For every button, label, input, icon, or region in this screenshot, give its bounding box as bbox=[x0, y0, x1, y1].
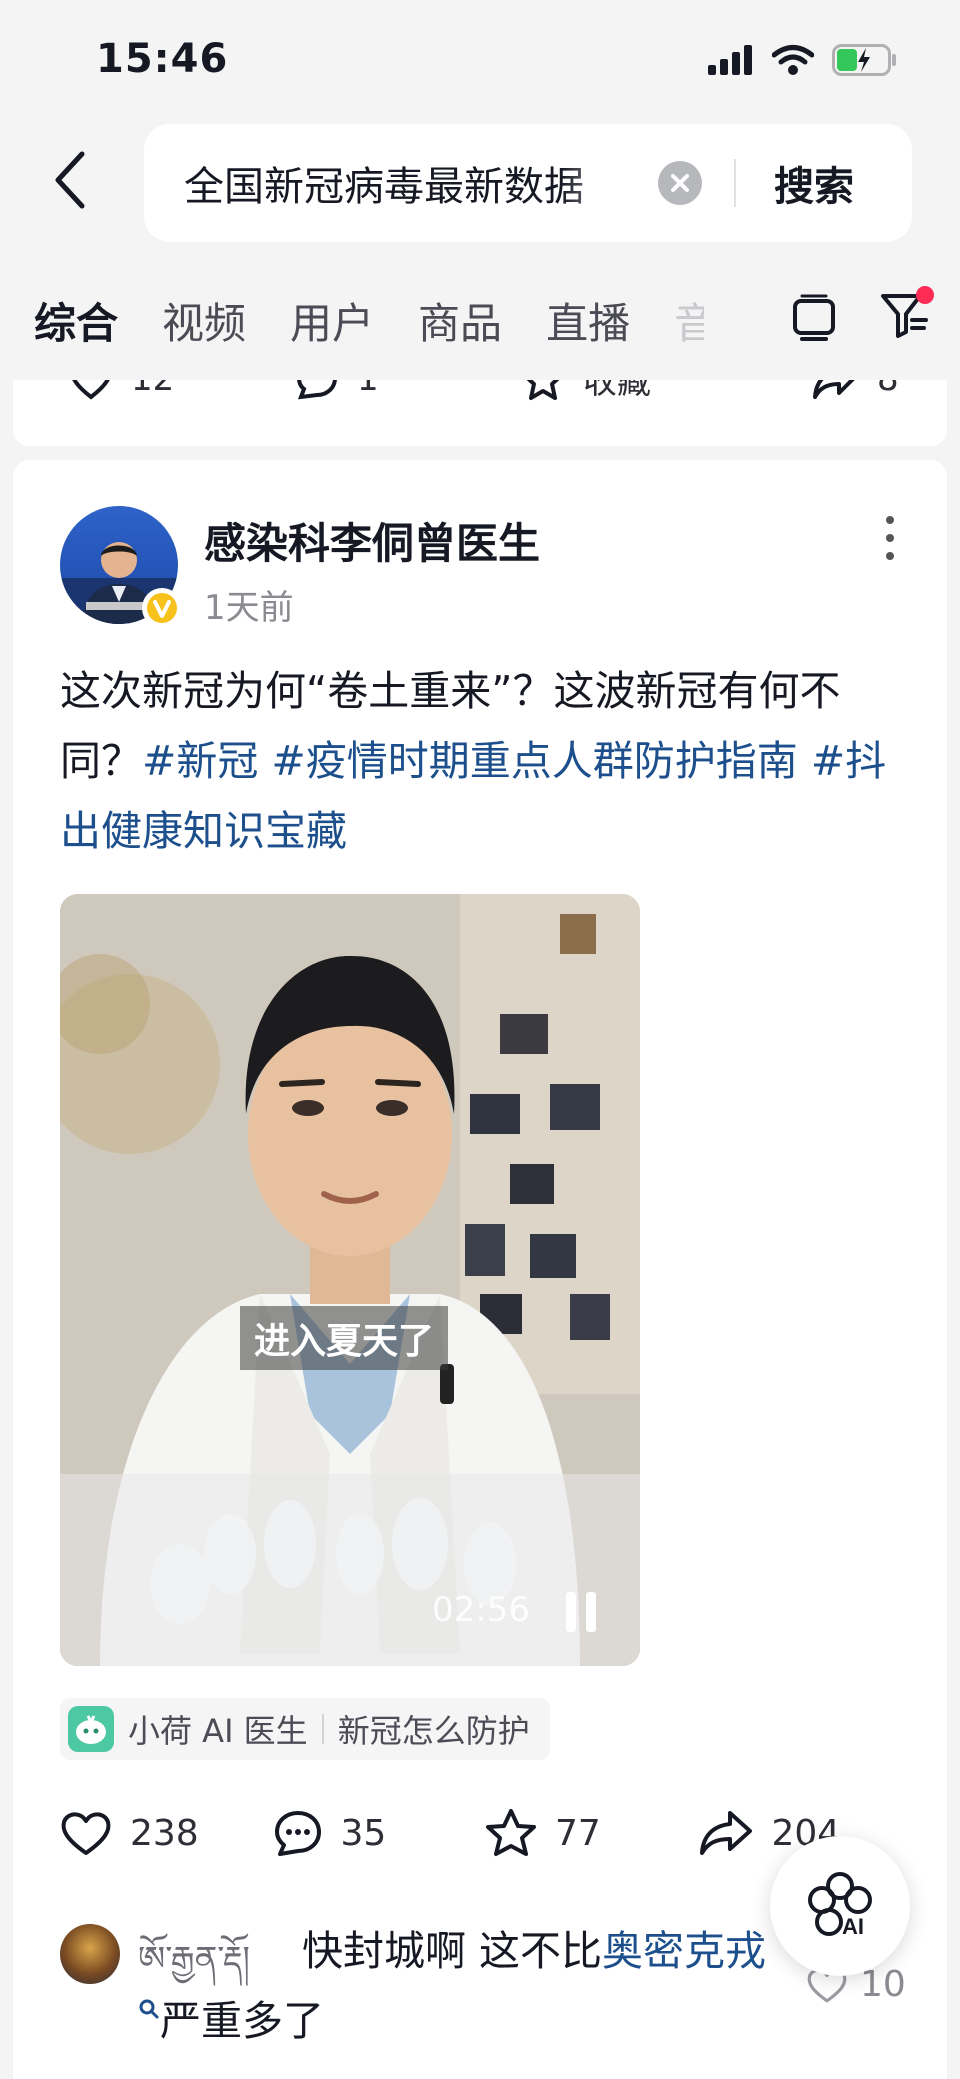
hashtag-protection-guide[interactable]: #疫情时期重点人群防护指南 bbox=[271, 737, 797, 785]
verified-v-icon bbox=[147, 593, 177, 623]
dot-icon bbox=[886, 534, 894, 542]
commenter-name[interactable]: ཨོ་རྒྱན་རྡོ། bbox=[138, 1920, 250, 2016]
share-icon bbox=[699, 1811, 752, 1855]
pause-icon[interactable] bbox=[566, 1592, 596, 1632]
ai-assistant-button[interactable]: AI bbox=[770, 1836, 910, 1976]
close-icon bbox=[671, 174, 689, 192]
video-frame bbox=[60, 894, 640, 1666]
tab-tools bbox=[792, 286, 934, 342]
share-icon[interactable] bbox=[811, 380, 859, 401]
verified-badge bbox=[142, 588, 182, 628]
dot-icon bbox=[886, 552, 894, 560]
result-tabs: 综合 视频 用户 商品 直播 音 bbox=[34, 290, 704, 351]
tab-video[interactable]: 视频 bbox=[162, 290, 246, 351]
search-bar[interactable]: 全国新冠病毒最新数据 搜索 bbox=[144, 124, 912, 242]
post-caption: 这次新冠为何“卷土重来”？这波新冠有何不同？#新冠 #疫情时期重点人群防护指南 … bbox=[60, 656, 900, 866]
like-count: 238 bbox=[130, 1812, 199, 1854]
video-player[interactable] bbox=[60, 894, 640, 1666]
author-name[interactable]: 感染科李侗曾医生 bbox=[204, 510, 540, 571]
comment-button[interactable]: 35 bbox=[273, 1808, 486, 1858]
star-icon bbox=[486, 1809, 536, 1856]
search-submit-button[interactable]: 搜索 bbox=[774, 154, 854, 212]
ai-query-label: 新冠怎么防护 bbox=[337, 1712, 530, 1750]
video-duration: 02:56 bbox=[432, 1590, 530, 1630]
post-time: 1天前 bbox=[204, 588, 294, 628]
favorite-button[interactable]: 77 bbox=[485, 1808, 698, 1858]
search-divider bbox=[734, 159, 736, 207]
xiaohe-ai-icon bbox=[68, 1706, 114, 1752]
prev-comment-count: 1 bbox=[357, 380, 379, 399]
status-icons bbox=[708, 44, 898, 76]
search-input[interactable]: 全国新冠病毒最新数据 bbox=[184, 154, 644, 212]
ai-brand-label: 小荷 AI 医生 bbox=[128, 1712, 308, 1750]
tab-comprehensive[interactable]: 综合 bbox=[34, 290, 118, 351]
filter-button[interactable] bbox=[880, 286, 934, 342]
tab-live[interactable]: 直播 bbox=[546, 290, 630, 351]
chevron-left-icon bbox=[55, 151, 85, 209]
tv-icon[interactable] bbox=[792, 293, 836, 341]
video-subtitle: 进入夏天了 bbox=[240, 1306, 449, 1370]
chip-divider bbox=[321, 1714, 324, 1744]
svg-text:AI: AI bbox=[842, 1914, 864, 1939]
tab-products[interactable]: 商品 bbox=[418, 290, 502, 351]
favorite-count: 77 bbox=[555, 1812, 601, 1854]
status-time: 15:46 bbox=[96, 36, 229, 82]
tab-users[interactable]: 用户 bbox=[290, 290, 374, 351]
comment-icon bbox=[274, 1811, 321, 1856]
comment-body: 快封城啊 这不比 bbox=[302, 1927, 603, 1975]
prev-like-count: 12 bbox=[131, 380, 174, 399]
more-options-button[interactable] bbox=[880, 516, 900, 560]
comment-icon[interactable] bbox=[295, 380, 339, 401]
prev-favorite-label: 收藏 bbox=[583, 380, 651, 402]
hashtag-covid[interactable]: #新冠 bbox=[142, 737, 258, 785]
comment-count: 35 bbox=[340, 1812, 387, 1854]
battery-charging-icon bbox=[832, 44, 896, 76]
heart-icon bbox=[61, 1812, 111, 1855]
signal-icon bbox=[708, 45, 752, 75]
prev-share-count: 8 bbox=[877, 380, 899, 399]
like-button[interactable]: 238 bbox=[60, 1808, 273, 1858]
ai-flower-icon: AI bbox=[808, 1872, 872, 1939]
ai-doctor-chip[interactable]: 小荷 AI 医生 新冠怎么防护 bbox=[60, 1698, 550, 1760]
back-button[interactable] bbox=[40, 140, 100, 220]
star-icon[interactable] bbox=[521, 380, 565, 401]
wifi-icon bbox=[772, 45, 814, 75]
tab-music[interactable]: 音 bbox=[674, 290, 704, 351]
clear-search-button[interactable] bbox=[658, 161, 702, 205]
post-actions: 238 35 77 204 bbox=[60, 1808, 910, 1858]
heart-icon[interactable] bbox=[69, 380, 113, 401]
commenter-avatar[interactable] bbox=[60, 1924, 120, 1984]
previous-post-card: 12 1 收藏 8 bbox=[13, 380, 947, 446]
dot-icon bbox=[886, 516, 894, 524]
notification-dot bbox=[916, 286, 934, 304]
